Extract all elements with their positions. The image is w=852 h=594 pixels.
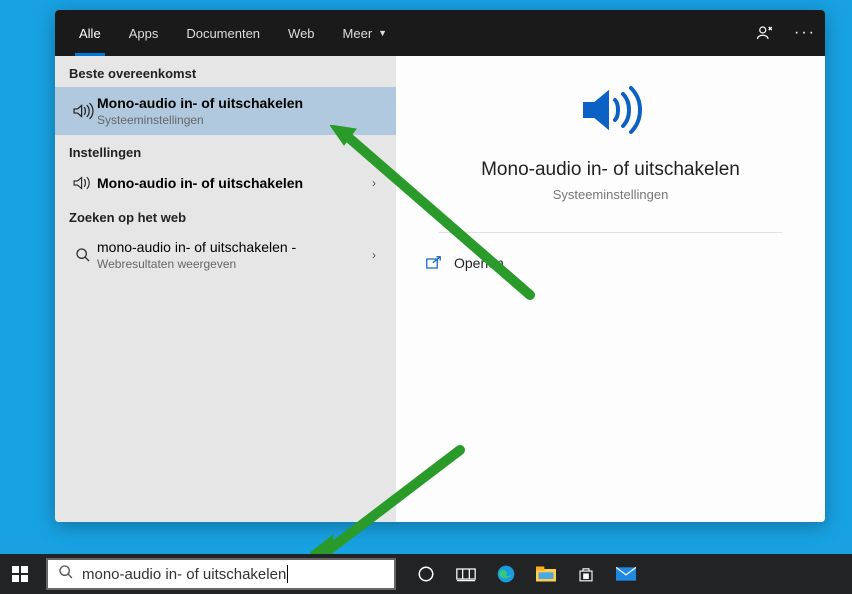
section-settings: Instellingen xyxy=(55,135,396,166)
tab-web[interactable]: Web xyxy=(274,10,329,56)
results-panel: Beste overeenkomst Mono-audio in- of uit… xyxy=(55,56,396,522)
filter-tabs: Alle Apps Documenten Web Meer▼ ··· xyxy=(55,10,825,56)
search-window: Alle Apps Documenten Web Meer▼ ··· Beste… xyxy=(55,10,825,522)
speaker-icon xyxy=(579,84,643,141)
detail-subtitle: Systeeminstellingen xyxy=(553,187,669,202)
tab-all[interactable]: Alle xyxy=(65,10,115,56)
start-button[interactable] xyxy=(0,554,40,594)
result-web-item[interactable]: mono-audio in- of uitschakelen - Webresu… xyxy=(55,231,396,279)
section-best-match: Beste overeenkomst xyxy=(55,56,396,87)
mail-icon[interactable] xyxy=(606,554,646,594)
chevron-right-icon: › xyxy=(366,248,382,262)
task-view-icon[interactable] xyxy=(446,554,486,594)
edge-icon[interactable] xyxy=(486,554,526,594)
chevron-down-icon: ▼ xyxy=(378,28,387,38)
taskbar: mono-audio in- of uitschakelen xyxy=(0,554,852,594)
result-best-match[interactable]: Mono-audio in- of uitschakelen Systeemin… xyxy=(55,87,396,135)
result-title: Mono-audio in- of uitschakelen xyxy=(97,95,382,111)
speaker-icon xyxy=(69,174,97,192)
open-icon xyxy=(426,256,444,270)
more-options-icon[interactable]: ··· xyxy=(785,10,825,56)
cortana-icon[interactable] xyxy=(406,554,446,594)
feedback-icon[interactable] xyxy=(745,10,785,56)
result-subtitle: Systeeminstellingen xyxy=(97,113,382,127)
speaker-icon xyxy=(69,102,97,120)
result-title: Mono-audio in- of uitschakelen xyxy=(97,175,366,191)
result-subtitle: Webresultaten weergeven xyxy=(97,257,366,271)
detail-panel: Mono-audio in- of uitschakelen Systeemin… xyxy=(396,56,825,522)
taskbar-search-input[interactable]: mono-audio in- of uitschakelen xyxy=(46,558,396,590)
result-title: mono-audio in- of uitschakelen - xyxy=(97,239,366,255)
tab-documents[interactable]: Documenten xyxy=(172,10,274,56)
open-action[interactable]: Openen xyxy=(426,255,504,271)
search-icon xyxy=(69,247,97,263)
section-web: Zoeken op het web xyxy=(55,200,396,231)
tab-apps[interactable]: Apps xyxy=(115,10,173,56)
text-cursor xyxy=(287,565,288,583)
store-icon[interactable] xyxy=(566,554,606,594)
tab-more[interactable]: Meer▼ xyxy=(329,10,402,56)
search-icon xyxy=(58,564,74,584)
result-settings-item[interactable]: Mono-audio in- of uitschakelen › xyxy=(55,166,396,200)
open-label: Openen xyxy=(454,255,504,271)
separator xyxy=(439,232,782,233)
detail-title: Mono-audio in- of uitschakelen xyxy=(481,159,740,181)
search-value: mono-audio in- of uitschakelen xyxy=(82,566,286,583)
chevron-right-icon: › xyxy=(366,176,382,190)
explorer-icon[interactable] xyxy=(526,554,566,594)
